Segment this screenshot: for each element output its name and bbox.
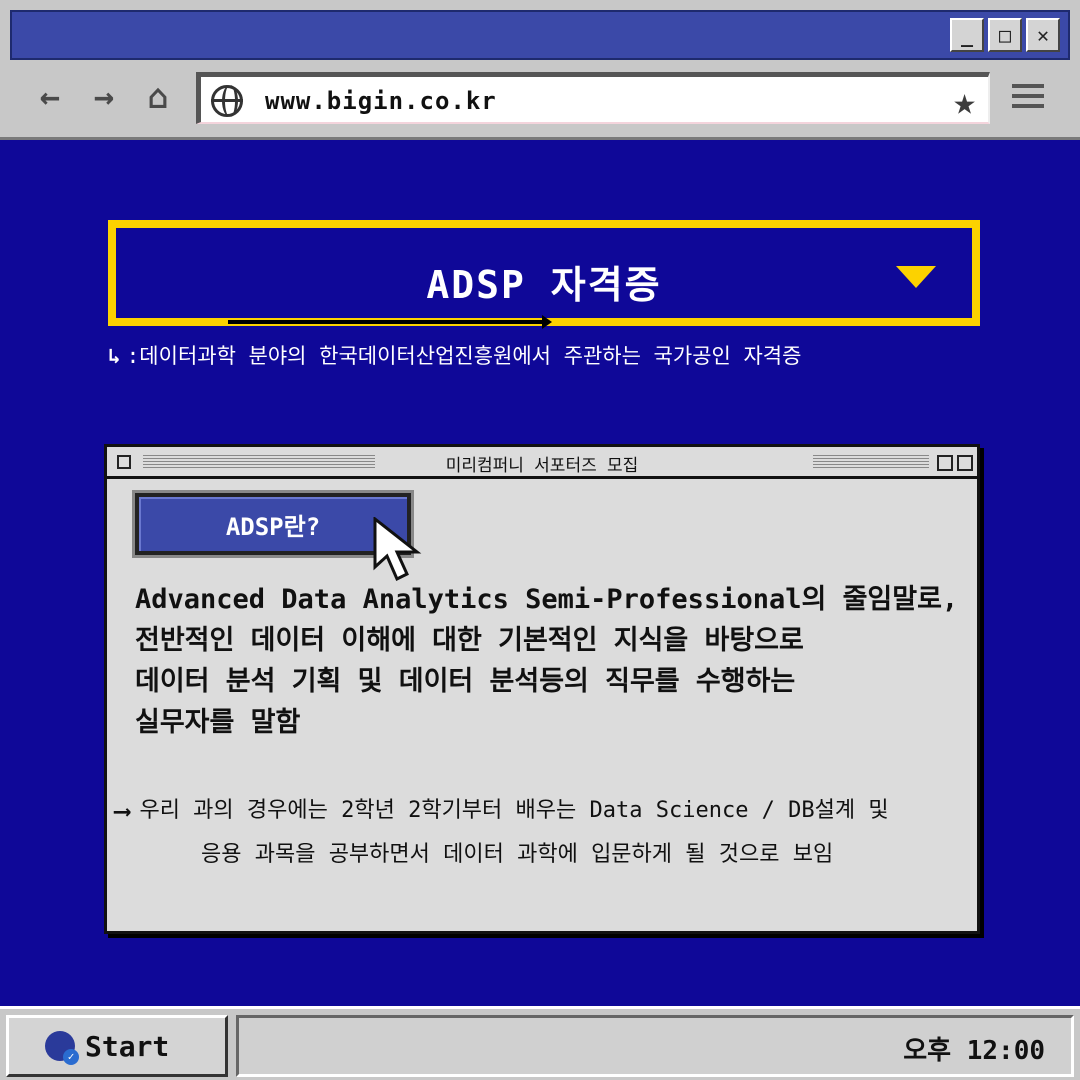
system-tray: 오후 12:00 (236, 1015, 1074, 1077)
start-button[interactable]: Start (6, 1015, 228, 1077)
note-line: 응용 과목을 공부하면서 데이터 과학에 입문하게 될 것으로 보임 (201, 842, 834, 867)
definition-line: 전반적인 데이터 이해에 대한 기본적인 지식을 바탕으로 (135, 625, 804, 656)
note-line: ⟶ 우리 과의 경우에는 2학년 2학기부터 배우는 Data Science … (115, 789, 975, 833)
close-button[interactable]: ✕ (1026, 18, 1060, 52)
titlebar-stripes-right (813, 455, 929, 469)
window-zoom-box-icon[interactable] (937, 455, 953, 471)
browser-chrome: _ □ ✕ ← → ⌂ www.bigin.co.kr ★ (0, 0, 1080, 140)
bookmark-star-icon[interactable]: ★ (953, 79, 976, 123)
dropdown-triangle-icon[interactable] (896, 266, 936, 288)
adsp-info-button[interactable]: ADSP란? (132, 490, 414, 558)
definition-line: 데이터 분석 기획 및 데이터 분석등의 직무를 수행하는 (135, 666, 796, 697)
maximize-button[interactable]: □ (988, 18, 1022, 52)
address-bar[interactable]: www.bigin.co.kr ★ (196, 72, 990, 124)
window-titlebar[interactable]: _ □ ✕ (10, 10, 1070, 60)
page-title: ADSP 자격증 (426, 263, 662, 307)
window-controls: _ □ ✕ (950, 18, 1060, 52)
definition-line: Advanced Data Analytics Semi-Professiona… (135, 584, 959, 615)
info-window-titlebar[interactable]: 미리컴퍼니 서포터즈 모집 (107, 447, 977, 479)
minimize-button[interactable]: _ (950, 18, 984, 52)
start-label: Start (85, 1029, 170, 1063)
clock[interactable]: 오후 12:00 (903, 1030, 1045, 1067)
hamburger-menu-icon[interactable] (1012, 84, 1044, 114)
url-text[interactable]: www.bigin.co.kr (265, 87, 497, 115)
right-arrow-icon: ⟶ (115, 797, 130, 825)
heading-dropdown[interactable]: ADSP 자격증 (108, 220, 980, 326)
adsp-definition: Advanced Data Analytics Semi-Professiona… (135, 579, 965, 743)
arrow-decoration (228, 315, 552, 329)
taskbar: Start 오후 12:00 (0, 1006, 1080, 1080)
info-window: 미리컴퍼니 서포터즈 모집 ADSP란? Advanced Data Analy… (104, 444, 980, 934)
note-text: 우리 과의 경우에는 2학년 2학기부터 배우는 Data Science / … (139, 798, 889, 823)
department-note: ⟶ 우리 과의 경우에는 2학년 2학기부터 배우는 Data Science … (115, 789, 975, 877)
home-icon[interactable]: ⌂ (138, 77, 178, 117)
window-collapse-box-icon[interactable] (957, 455, 973, 471)
forward-arrow-icon[interactable]: → (84, 77, 124, 117)
mouse-pointer-icon (373, 517, 422, 582)
nav-buttons: ← → ⌂ (30, 72, 178, 122)
heading-description: ↳:데이터과학 분야의 한국데이터산업진흥원에서 주관하는 국가공인 자격증 (108, 340, 801, 370)
back-arrow-icon[interactable]: ← (30, 77, 70, 117)
start-globe-icon (45, 1031, 79, 1065)
description-text: :데이터과학 분야의 한국데이터산업진흥원에서 주관하는 국가공인 자격증 (126, 344, 802, 368)
elbow-arrow-icon: ↳ (108, 344, 121, 368)
globe-icon (211, 85, 243, 117)
definition-line: 실무자를 말함 (135, 707, 301, 738)
